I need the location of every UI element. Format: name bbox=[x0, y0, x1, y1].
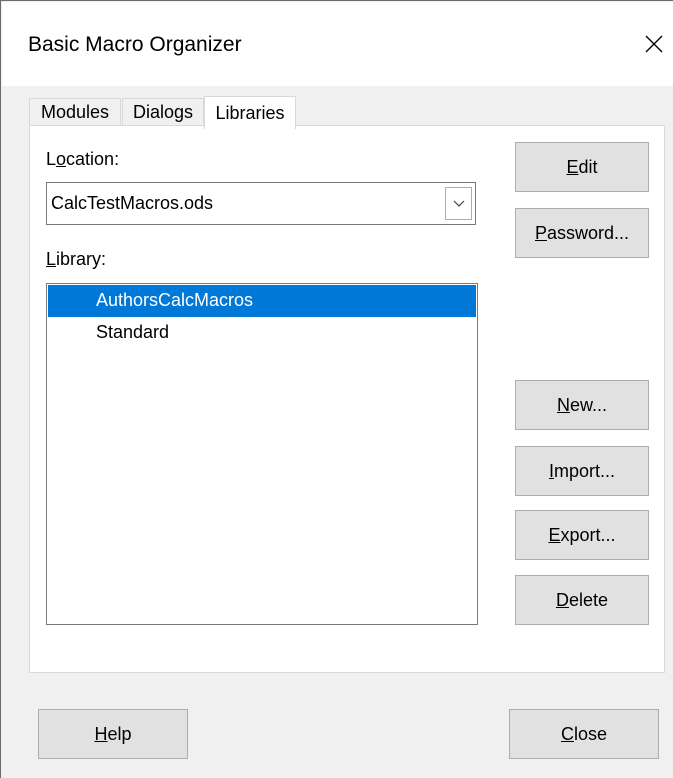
export-button[interactable]: Export... bbox=[515, 510, 649, 560]
libraries-panel: Location: CalcTestMacros.ods Library: Au… bbox=[29, 125, 665, 673]
title-bar: Basic Macro Organizer bbox=[2, 2, 673, 86]
library-label: Library: bbox=[46, 249, 107, 269]
macro-organizer-dialog: Basic Macro Organizer Modules Dialogs Li… bbox=[0, 0, 673, 778]
new-button[interactable]: New... bbox=[515, 380, 649, 430]
tab-dialogs[interactable]: Dialogs bbox=[122, 98, 204, 126]
tab-libraries-label: Libraries bbox=[215, 102, 285, 123]
import-button[interactable]: Import... bbox=[515, 446, 649, 496]
list-item[interactable]: Standard bbox=[48, 317, 476, 349]
location-value: CalcTestMacros.ods bbox=[51, 193, 214, 213]
tab-libraries[interactable]: Libraries bbox=[204, 96, 296, 129]
list-item[interactable]: AuthorsCalcMacros bbox=[48, 285, 476, 317]
tab-modules[interactable]: Modules bbox=[29, 98, 121, 126]
window-title: Basic Macro Organizer bbox=[28, 33, 242, 56]
edit-button[interactable]: Edit bbox=[515, 142, 649, 192]
chevron-down-icon bbox=[453, 200, 464, 207]
tab-dialogs-label: Dialogs bbox=[132, 102, 194, 122]
list-item-label: Standard bbox=[96, 322, 170, 342]
library-list[interactable]: AuthorsCalcMacros Standard bbox=[46, 283, 478, 625]
password-button[interactable]: Password... bbox=[515, 208, 649, 258]
tab-modules-label: Modules bbox=[40, 102, 110, 122]
location-dropdown[interactable]: CalcTestMacros.ods bbox=[46, 182, 476, 225]
close-window-button[interactable] bbox=[634, 24, 673, 64]
help-button[interactable]: Help bbox=[38, 709, 188, 759]
dropdown-button[interactable] bbox=[445, 187, 472, 220]
delete-button[interactable]: Delete bbox=[515, 575, 649, 625]
location-label: Location: bbox=[46, 149, 120, 169]
list-item-label: AuthorsCalcMacros bbox=[96, 290, 254, 310]
close-button[interactable]: Close bbox=[509, 709, 659, 759]
close-icon bbox=[645, 35, 663, 53]
